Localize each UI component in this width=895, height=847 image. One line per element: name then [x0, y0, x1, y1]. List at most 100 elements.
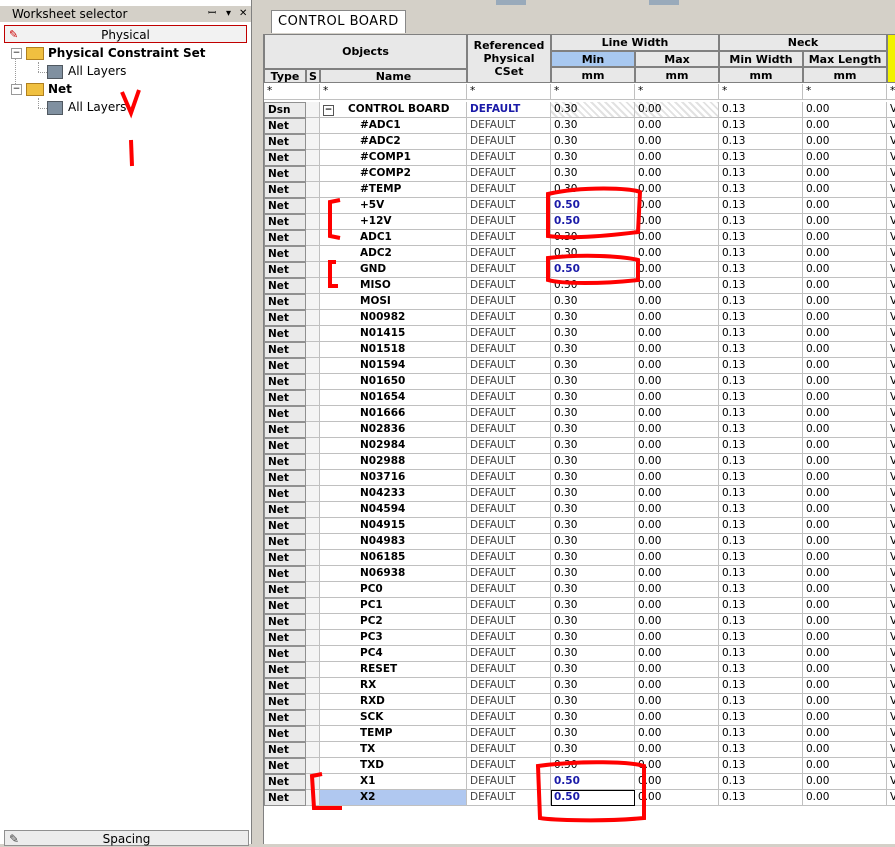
row-neck-min[interactable]: 0.13 — [719, 166, 803, 182]
row-ref-cset[interactable]: DEFAULT — [467, 742, 551, 758]
row-neck-max[interactable]: 0.00 — [803, 294, 887, 310]
row-neck-min[interactable]: 0.13 — [719, 518, 803, 534]
row-type[interactable]: Net — [264, 470, 306, 486]
row-s[interactable] — [306, 614, 320, 630]
row-ref-cset[interactable]: DEFAULT — [467, 246, 551, 262]
row-max[interactable]: 0.00 — [635, 566, 719, 582]
row-neck-max[interactable]: 0.00 — [803, 374, 887, 390]
row-s[interactable] — [306, 598, 320, 614]
row-neck-min[interactable]: 0.13 — [719, 470, 803, 486]
row-s[interactable] — [306, 534, 320, 550]
row-ref-cset[interactable]: DEFAULT — [467, 790, 551, 806]
row-s[interactable] — [306, 246, 320, 262]
row-min[interactable]: 0.30 — [551, 758, 635, 774]
row-s[interactable] — [306, 566, 320, 582]
row-neck-min[interactable]: 0.13 — [719, 326, 803, 342]
row-min[interactable]: 0.30 — [551, 230, 635, 246]
row-name[interactable]: N04983 — [320, 534, 467, 550]
row-neck-max[interactable]: 0.00 — [803, 422, 887, 438]
row-s[interactable] — [306, 374, 320, 390]
filter-extra[interactable]: * — [887, 84, 895, 100]
row-type[interactable]: Net — [264, 326, 306, 342]
row-extra[interactable]: V — [887, 294, 895, 310]
row-ref-cset[interactable]: DEFAULT — [467, 550, 551, 566]
row-s[interactable] — [306, 166, 320, 182]
row-name[interactable]: N04233 — [320, 486, 467, 502]
row-ref-cset[interactable]: DEFAULT — [467, 406, 551, 422]
row-name[interactable]: TEMP — [320, 726, 467, 742]
row-type[interactable]: Net — [264, 374, 306, 390]
row-neck-min[interactable]: 0.13 — [719, 502, 803, 518]
row-min[interactable]: 0.30 — [551, 134, 635, 150]
row-neck-max[interactable]: 0.00 — [803, 198, 887, 214]
row-min[interactable]: 0.30 — [551, 150, 635, 166]
row-type[interactable]: Net — [264, 710, 306, 726]
row-s[interactable] — [306, 342, 320, 358]
row-max[interactable]: 0.00 — [635, 150, 719, 166]
row-extra[interactable]: V — [887, 694, 895, 710]
row-extra[interactable]: V — [887, 550, 895, 566]
row-ref-cset[interactable]: DEFAULT — [467, 118, 551, 134]
row-min[interactable]: 0.30 — [551, 646, 635, 662]
row-name[interactable]: X2 — [320, 790, 467, 806]
row-min[interactable]: 0.30 — [551, 182, 635, 198]
row-min[interactable]: 0.30 — [551, 582, 635, 598]
row-extra[interactable]: V — [887, 326, 895, 342]
row-min[interactable]: 0.30 — [551, 326, 635, 342]
row-extra[interactable]: V — [887, 118, 895, 134]
row-max[interactable]: 0.00 — [635, 742, 719, 758]
row-max[interactable]: 0.00 — [635, 390, 719, 406]
row-s[interactable] — [306, 118, 320, 134]
row-type[interactable]: Net — [264, 166, 306, 182]
row-ref-cset[interactable]: DEFAULT — [467, 502, 551, 518]
row-type[interactable]: Net — [264, 342, 306, 358]
row-type[interactable]: Net — [264, 694, 306, 710]
row-neck-min[interactable]: 0.13 — [719, 742, 803, 758]
row-extra[interactable]: V — [887, 742, 895, 758]
row-s[interactable] — [306, 326, 320, 342]
filter-max[interactable]: * — [635, 84, 719, 100]
row-neck-max[interactable]: 0.00 — [803, 230, 887, 246]
row-max[interactable]: 0.00 — [635, 662, 719, 678]
row-neck-max[interactable]: 0.00 — [803, 710, 887, 726]
row-neck-max[interactable]: 0.00 — [803, 582, 887, 598]
row-neck-max[interactable]: 0.00 — [803, 406, 887, 422]
row-s[interactable] — [306, 742, 320, 758]
row-name[interactable]: ADC1 — [320, 230, 467, 246]
neck-min-width-header[interactable]: Min Width — [719, 51, 803, 67]
row-ref-cset[interactable]: DEFAULT — [467, 662, 551, 678]
row-ref-cset[interactable]: DEFAULT — [467, 166, 551, 182]
close-icon[interactable]: ✕ — [239, 6, 247, 22]
row-min[interactable]: 0.30 — [551, 566, 635, 582]
row-neck-min[interactable]: 0.13 — [719, 534, 803, 550]
row-min[interactable]: 0.30 — [551, 726, 635, 742]
row-name[interactable]: MOSI — [320, 294, 467, 310]
row-max[interactable]: 0.00 — [635, 550, 719, 566]
row-extra[interactable]: V — [887, 278, 895, 294]
row-neck-min[interactable]: 0.13 — [719, 294, 803, 310]
row-ref-cset[interactable]: DEFAULT — [467, 198, 551, 214]
row-min[interactable]: 0.30 — [551, 470, 635, 486]
row-type[interactable]: Net — [264, 246, 306, 262]
row-min[interactable]: 0.30 — [551, 502, 635, 518]
row-s[interactable] — [306, 134, 320, 150]
row-min[interactable]: 0.30 — [551, 406, 635, 422]
row-name[interactable]: #COMP2 — [320, 166, 467, 182]
filter-name[interactable]: * — [320, 84, 467, 100]
row-name[interactable]: #COMP1 — [320, 150, 467, 166]
row-type[interactable]: Net — [264, 566, 306, 582]
row-neck-max[interactable]: 0.00 — [803, 182, 887, 198]
row-s[interactable] — [306, 182, 320, 198]
row-type[interactable]: Net — [264, 790, 306, 806]
row-extra[interactable]: V — [887, 662, 895, 678]
row-name[interactable]: N02988 — [320, 454, 467, 470]
row-min[interactable]: 0.30 — [551, 342, 635, 358]
row-type[interactable]: Net — [264, 214, 306, 230]
row-neck-max[interactable]: 0.00 — [803, 518, 887, 534]
row-s[interactable] — [306, 502, 320, 518]
row-neck-max[interactable]: 0.00 — [803, 534, 887, 550]
row-max[interactable]: 0.00 — [635, 710, 719, 726]
row-type[interactable]: Net — [264, 726, 306, 742]
row-max[interactable]: 0.00 — [635, 582, 719, 598]
row-extra[interactable]: V — [887, 310, 895, 326]
